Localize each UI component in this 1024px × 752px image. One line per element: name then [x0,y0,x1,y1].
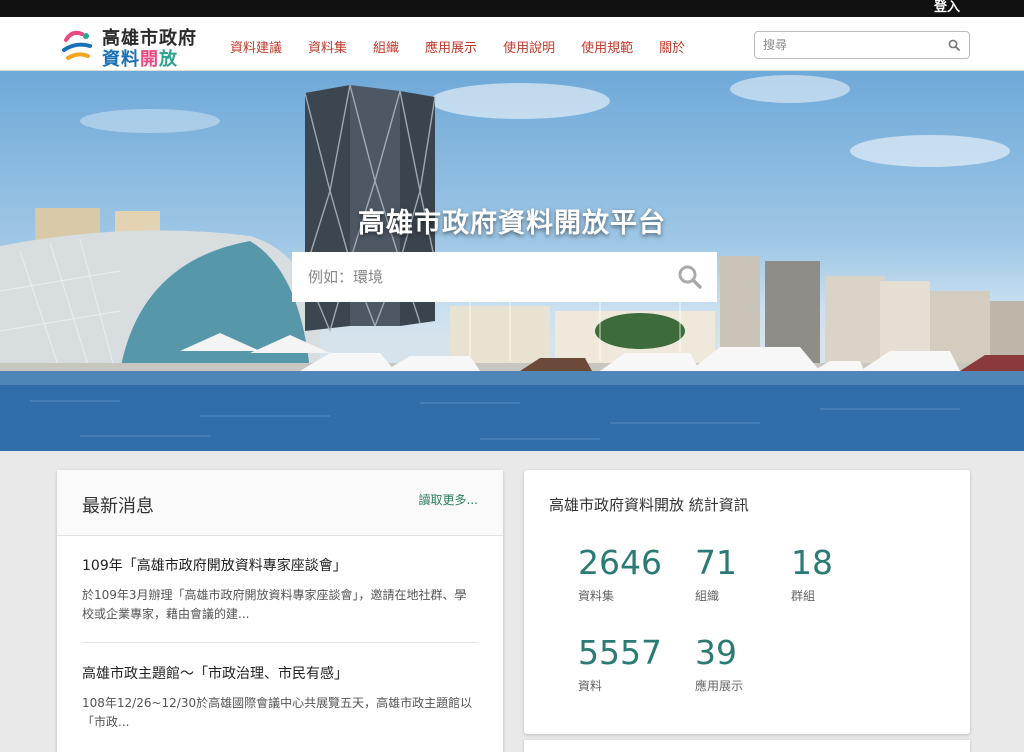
logo-char: 料 [121,49,140,70]
stat-groups[interactable]: 18 群組 [791,545,833,604]
logo-char: 資 [102,49,121,70]
search-icon[interactable] [677,264,703,290]
hero-banner: 高雄市政府資料開放平台 [0,71,1024,451]
stat-label: 應用展示 [695,679,744,693]
news-item-title[interactable]: 109年「高雄市政府開放資料專家座談會」 [82,555,478,575]
navbar: 高雄市政府 資料開放 資料建議 資料集 組織 應用展示 使用說明 使用規範 關於 [0,17,1024,71]
stat-label: 資料集 [578,589,615,603]
header-search [754,31,970,59]
logo-char: 開 [140,49,159,70]
stat-label: 資料 [578,679,603,693]
stat-value: 39 [695,633,737,672]
top-bar: 登入 [0,0,1024,17]
stat-label: 組織 [695,589,720,603]
news-more-link[interactable]: 讀取更多... [419,491,478,508]
news-title: 最新消息 [82,496,154,517]
stat-label: 群組 [791,589,816,603]
stat-organizations[interactable]: 71 組織 [695,545,737,604]
divider [82,642,478,643]
nav-item-datasets[interactable]: 資料集 [308,37,347,56]
logo-text-line2: 資料開放 [102,45,178,71]
news-item[interactable]: 高雄市政主題館～「市政治理、市民有感」 108年12/26~12/30於高雄國際… [82,663,478,732]
nav-item-terms[interactable]: 使用規範 [581,37,633,56]
hero-search [292,252,717,302]
search-icon[interactable] [948,39,960,51]
stat-value: 71 [695,543,737,582]
nav-item-guide[interactable]: 使用說明 [503,37,555,56]
stat-value: 5557 [578,633,662,672]
news-header: 最新消息 讀取更多... [57,470,503,536]
news-item[interactable]: 109年「高雄市政府開放資料專家座談會」 於109年3月辦理「高雄市政府開放資料… [82,555,478,624]
stat-value: 18 [791,543,833,582]
stat-datasets[interactable]: 2646 資料集 [578,545,662,604]
login-link[interactable]: 登入 [934,0,960,15]
site-logo[interactable]: 高雄市政府 資料開放 [60,24,210,71]
nav-item-about[interactable]: 關於 [659,37,685,56]
hero-title: 高雄市政府資料開放平台 [358,208,666,239]
stat-showcases[interactable]: 39 應用展示 [695,635,743,694]
stat-resources[interactable]: 5557 資料 [578,635,662,694]
nav-item-data-suggestion[interactable]: 資料建議 [230,37,282,56]
next-card-edge [524,740,970,752]
news-item-desc: 108年12/26~12/30於高雄國際會議中心共展覽五天，高雄市政主題館以「市… [82,696,473,729]
news-item-title[interactable]: 高雄市政主題館～「市政治理、市民有感」 [82,663,478,683]
hero-search-input[interactable] [308,266,658,288]
logo-mark-icon [62,30,92,60]
stat-value: 2646 [578,543,662,582]
main-nav: 資料建議 資料集 組織 應用展示 使用說明 使用規範 關於 [230,37,711,56]
logo-char: 放 [159,49,178,70]
nav-item-organizations[interactable]: 組織 [373,37,399,56]
stats-card: 高雄市政府資料開放 統計資訊 2646 資料集 71 組織 18 群組 5557… [524,470,970,734]
news-item-desc: 於109年3月辦理「高雄市政府開放資料專家座談會」，邀請在地社群、學校或企業專家… [82,588,467,621]
stats-title: 高雄市政府資料開放 統計資訊 [549,496,749,514]
nav-item-showcase[interactable]: 應用展示 [425,37,477,56]
news-card: 最新消息 讀取更多... 109年「高雄市政府開放資料專家座談會」 於109年3… [57,470,503,752]
header-search-input[interactable] [763,36,933,54]
